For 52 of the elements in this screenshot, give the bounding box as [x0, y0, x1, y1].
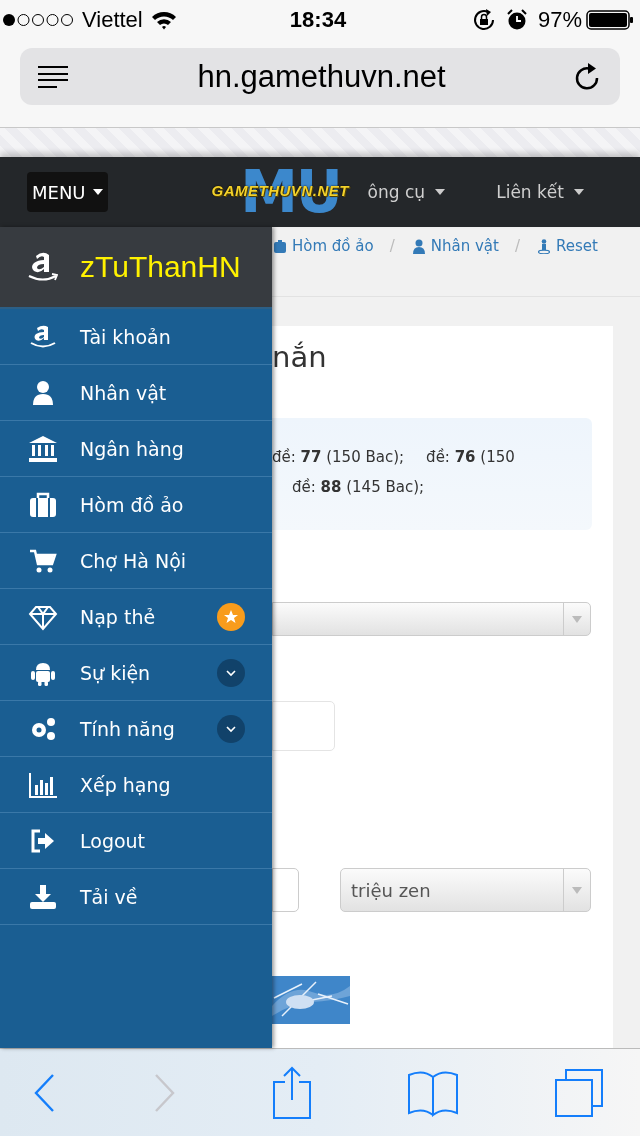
notice-text: đề: 88 (145 Bac);: [292, 478, 425, 498]
sidebar-item[interactable]: Nạp thẻ: [0, 589, 272, 645]
briefcase-icon: [28, 490, 58, 519]
nav-link[interactable]: ông cụ: [367, 182, 446, 202]
clock-time: 18:34: [289, 7, 347, 33]
nav-link[interactable]: Liên kết: [476, 182, 584, 202]
breadcrumb-link[interactable]: Reset: [555, 237, 598, 255]
notice-text: đề: 77 (150 Bac);: [272, 448, 405, 468]
notice-text: đề: 76 (150: [426, 448, 515, 468]
sidebar-item[interactable]: Xếp hạng: [0, 757, 272, 813]
url-text: hn.gamethuvn.net: [197, 58, 446, 95]
figure-icon: [537, 239, 550, 254]
sidebar-item[interactable]: Ngân hàng: [0, 421, 272, 477]
carrier-name: Viettel: [82, 7, 143, 33]
sidebar-item[interactable]: Tính năng: [0, 701, 272, 757]
input-field[interactable]: [272, 701, 335, 751]
sidebar-item[interactable]: Chợ Hà Nội: [0, 533, 272, 589]
alarm-icon: [505, 9, 528, 31]
page-heading: nắn: [272, 340, 327, 376]
download-icon: [28, 882, 58, 911]
address-bar[interactable]: hn.gamethuvn.net: [20, 48, 620, 105]
breadcrumb-separator: /: [514, 237, 520, 255]
menu-button[interactable]: MENU: [27, 172, 108, 212]
tabs-icon[interactable]: [554, 1067, 604, 1118]
star-badge-icon: [217, 602, 245, 631]
sidebar-item[interactable]: Tải về: [0, 869, 272, 925]
chart-icon: [28, 770, 58, 799]
share-icon[interactable]: [271, 1065, 312, 1120]
chevron-down-icon: [217, 714, 245, 743]
bank-icon: [28, 434, 58, 463]
briefcase-icon: [274, 239, 286, 254]
breadcrumb-link[interactable]: Hòm đồ ảo: [292, 237, 374, 255]
breadcrumb-link[interactable]: Nhân vật: [430, 237, 499, 255]
reader-view-icon[interactable]: [37, 64, 69, 89]
input-field[interactable]: [272, 868, 299, 912]
sidebar-item[interactable]: Nhân vật: [0, 365, 272, 421]
signal-icon: [2, 13, 74, 27]
chevron-down-icon: [217, 658, 245, 687]
battery-icon: [586, 10, 634, 30]
back-icon[interactable]: [33, 1072, 57, 1113]
amazon-icon: [28, 250, 58, 284]
wifi-icon: [150, 10, 177, 30]
bookmarks-icon[interactable]: [406, 1068, 459, 1117]
unit-dropdown[interactable]: triệu zen: [340, 868, 591, 912]
rotation-lock-icon: [471, 8, 496, 32]
sidebar-item[interactable]: Hòm đồ ảo: [0, 477, 272, 533]
battery-percentage: 97%: [537, 7, 582, 33]
user-icon: [412, 239, 425, 254]
dropdown-field[interactable]: [272, 602, 591, 636]
sidebar-item[interactable]: Sự kiện: [0, 645, 272, 701]
breadcrumb-separator: /: [389, 237, 395, 255]
username: zTuThanHN: [80, 250, 241, 284]
